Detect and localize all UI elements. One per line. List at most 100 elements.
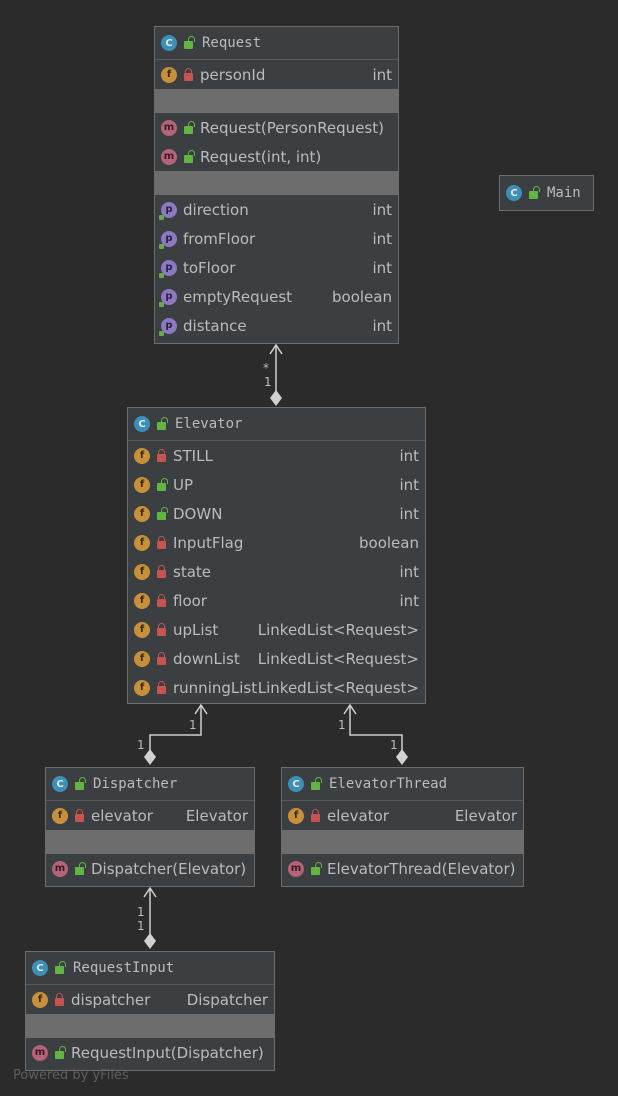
field-type: int — [399, 562, 419, 581]
method-name: Request(int, int) — [200, 147, 322, 166]
method-row[interactable]: m RequestInput(Dispatcher) — [26, 1038, 274, 1067]
class-request-input[interactable]: C RequestInput f dispatcher Dispatcher m… — [25, 951, 275, 1071]
public-icon — [182, 120, 195, 134]
field-icon: f — [134, 679, 150, 696]
property-type: int — [372, 200, 392, 219]
field-icon: f — [52, 807, 68, 824]
field-row[interactable]: f InputFlag boolean — [128, 528, 425, 557]
method-row[interactable]: m Dispatcher(Elevator) — [46, 854, 254, 883]
class-name: Elevator — [175, 416, 243, 432]
field-name: STILL — [173, 446, 213, 465]
public-icon — [155, 477, 168, 491]
mult-input-target: 1 — [137, 905, 145, 919]
field-row[interactable]: f STILL int — [128, 441, 425, 470]
field-name: upList — [173, 620, 219, 639]
field-name: downList — [173, 649, 240, 668]
method-row[interactable]: m Request(PersonRequest) — [155, 113, 398, 142]
diamond-input — [144, 933, 156, 949]
class-header: C ElevatorThread — [282, 768, 523, 801]
section-divider — [26, 1014, 274, 1038]
field-row[interactable]: f UP int — [128, 470, 425, 499]
private-icon — [53, 992, 65, 1006]
field-name: personId — [200, 65, 266, 84]
field-row[interactable]: f elevator Elevator — [282, 801, 523, 830]
property-icon: p — [159, 288, 177, 307]
method-row[interactable]: m Request(int, int) — [155, 142, 398, 171]
class-icon: C — [52, 776, 68, 792]
field-name: elevator — [327, 806, 389, 825]
method-name: RequestInput(Dispatcher) — [71, 1043, 264, 1062]
field-row[interactable]: f DOWN int — [128, 499, 425, 528]
public-icon — [155, 417, 168, 430]
static-field-icon: f — [134, 534, 150, 551]
field-name: InputFlag — [173, 533, 244, 552]
class-dispatcher[interactable]: C Dispatcher f elevator Elevator m Dispa… — [45, 767, 255, 887]
class-header: C Elevator — [128, 408, 425, 441]
class-header: C Main — [500, 176, 593, 210]
method-icon: m — [161, 148, 177, 165]
class-header: C Dispatcher — [46, 768, 254, 801]
static-field-icon: f — [134, 447, 150, 464]
private-icon — [182, 67, 194, 81]
field-row[interactable]: f floor int — [128, 586, 425, 615]
field-type: int — [399, 446, 419, 465]
field-row[interactable]: f dispatcher Dispatcher — [26, 985, 274, 1014]
property-row[interactable]: p toFloor int — [155, 253, 398, 282]
class-name: Request — [202, 35, 262, 51]
field-name: elevator — [91, 806, 153, 825]
field-type: LinkedList<Request> — [257, 620, 419, 639]
public-icon — [155, 506, 168, 520]
static-field-icon: f — [134, 505, 150, 522]
method-name: Request(PersonRequest) — [200, 118, 384, 137]
class-request[interactable]: C Request f personId int m Request(Perso… — [154, 26, 399, 344]
property-row[interactable]: p fromFloor int — [155, 224, 398, 253]
private-icon — [155, 535, 167, 549]
mult-input-source: 1 — [137, 919, 145, 933]
field-row[interactable]: f upList LinkedList<Request> — [128, 615, 425, 644]
field-row[interactable]: f runningList LinkedList<Request> — [128, 673, 425, 702]
property-type: int — [372, 229, 392, 248]
property-name: toFloor — [183, 258, 236, 277]
class-icon: C — [506, 185, 522, 201]
public-icon — [53, 961, 66, 974]
class-header: C Request — [155, 27, 398, 60]
field-type: int — [399, 591, 419, 610]
method-icon: m — [161, 119, 177, 136]
property-type: int — [372, 258, 392, 277]
field-icon: f — [288, 807, 304, 824]
property-name: emptyRequest — [183, 287, 293, 306]
method-row[interactable]: m ElevatorThread(Elevator) — [282, 854, 523, 883]
public-icon — [182, 36, 195, 49]
class-name: RequestInput — [73, 960, 175, 976]
field-type: int — [372, 65, 392, 84]
field-name: DOWN — [173, 504, 223, 523]
method-name: ElevatorThread(Elevator) — [327, 859, 516, 878]
class-icon: C — [288, 776, 304, 792]
property-row[interactable]: p direction int — [155, 195, 398, 224]
public-icon — [73, 861, 86, 875]
field-type: Dispatcher — [186, 990, 268, 1009]
property-icon: p — [159, 201, 177, 220]
class-main[interactable]: C Main — [499, 175, 594, 211]
public-icon — [309, 777, 322, 790]
property-row[interactable]: p distance int — [155, 311, 398, 340]
field-row[interactable]: f downList LinkedList<Request> — [128, 644, 425, 673]
field-type: LinkedList<Request> — [257, 678, 419, 697]
property-row[interactable]: p emptyRequest boolean — [155, 282, 398, 311]
method-icon: m — [52, 860, 68, 877]
field-row[interactable]: f state int — [128, 557, 425, 586]
field-icon: f — [134, 621, 150, 638]
class-elevator[interactable]: C Elevator f STILL int f UP int f DOWN i… — [127, 407, 426, 704]
field-type: LinkedList<Request> — [257, 649, 419, 668]
mult-thread-source: 1 — [390, 738, 398, 752]
field-row[interactable]: f elevator Elevator — [46, 801, 254, 830]
private-icon — [309, 808, 321, 822]
field-type: int — [399, 504, 419, 523]
class-elevator-thread[interactable]: C ElevatorThread f elevator Elevator m E… — [281, 767, 524, 887]
public-icon — [309, 861, 322, 875]
private-icon — [73, 808, 85, 822]
field-row[interactable]: f personId int — [155, 60, 398, 89]
public-icon — [53, 1045, 66, 1059]
field-name: UP — [173, 475, 194, 494]
field-type: boolean — [359, 533, 419, 552]
